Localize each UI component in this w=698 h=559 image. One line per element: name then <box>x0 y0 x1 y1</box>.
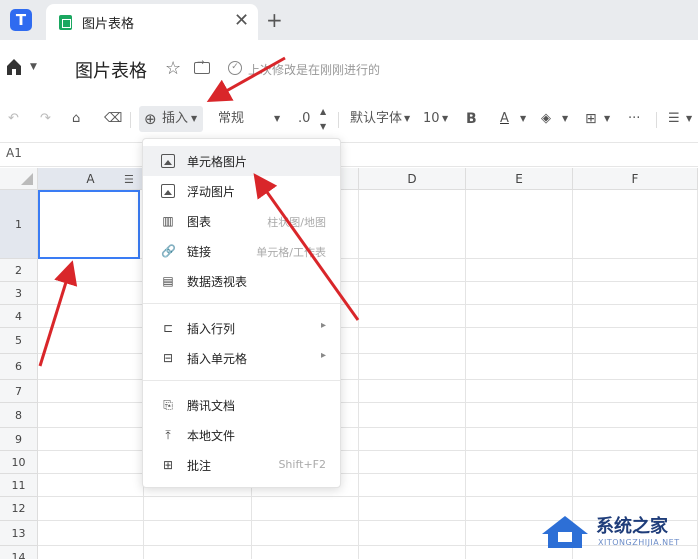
watermark-title: 系统之家 <box>596 516 668 537</box>
arrow-to-cell-image <box>253 173 360 321</box>
arrow-to-insert <box>206 56 286 102</box>
watermark: 系统之家 XITONGZHIJIA.NET <box>536 508 696 556</box>
annotation-arrows <box>38 56 360 367</box>
arrow-to-cell-a1 <box>38 260 78 367</box>
house-logo-icon <box>542 516 588 548</box>
watermark-url: XITONGZHIJIA.NET <box>598 538 680 547</box>
